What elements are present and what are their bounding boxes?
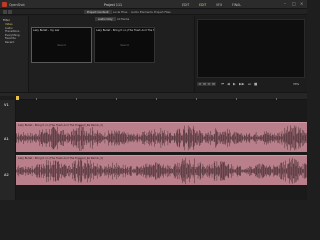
maximize-icon[interactable]: □	[292, 2, 296, 6]
audio-waveform	[16, 125, 307, 151]
clip-thumbnail[interactable]: Lazy Bullet - my war Sound	[31, 27, 92, 63]
clip-name: Lazy Bullet - Bring It on (The Trash And…	[96, 29, 154, 32]
minimize-icon[interactable]: –	[284, 2, 286, 6]
play-icon[interactable]: ▶	[233, 82, 236, 86]
tab-project-content[interactable]: Project Content	[84, 10, 112, 14]
app-name: OpenShot	[9, 2, 25, 7]
import-icon[interactable]	[3, 10, 7, 14]
title-bar: OpenShot Project 111 EDIT EDIT VFX FINAL…	[0, 0, 307, 9]
subtab-audio-only[interactable]: Audio Only	[95, 17, 116, 21]
clip-thumbnail[interactable]: Lazy Bullet - Bring It on (The Trash And…	[94, 27, 155, 63]
app-logo-icon	[2, 2, 7, 7]
stop-icon[interactable]: ■	[254, 82, 257, 86]
timecode-display[interactable]: 00:00:00:00	[197, 82, 216, 86]
clip-sound-label: Sound	[57, 44, 66, 47]
clip-browser: Audio Only All Media Lazy Bullet - my wa…	[29, 16, 193, 92]
clip-name: Lazy Bullet - my war	[33, 29, 60, 32]
go-to-end-icon[interactable]: ⏭	[248, 82, 251, 86]
workspace-tab-edit-1[interactable]: EDIT	[182, 3, 189, 7]
audio-waveform	[16, 157, 307, 185]
timeline-tracks: Lazy Bullet - Bring It on (The Trash And…	[16, 100, 307, 200]
workspace-tab-vfx[interactable]: VFX	[216, 3, 222, 7]
audio-clip[interactable]: Lazy Bullet - Bring It on (The Trash And…	[16, 155, 307, 185]
filter-panel: Filter Video Audio Transitions Everythin…	[0, 16, 29, 92]
track-label-a2: A2	[4, 173, 9, 177]
waveform-path	[16, 125, 307, 151]
filter-item-recent[interactable]: Recent	[5, 40, 14, 44]
folder-icon[interactable]	[8, 10, 12, 14]
workspace-tab-final[interactable]: FINAL	[232, 3, 241, 7]
fast-forward-icon[interactable]: ▶▶	[239, 82, 244, 86]
waveform-path	[16, 157, 307, 185]
track-label-a1: A1	[4, 137, 9, 141]
tab-project-files[interactable]: Project Files	[151, 10, 174, 14]
zoom-level[interactable]: 33%	[293, 82, 299, 86]
audio-clip[interactable]: Lazy Bullet - Bring It on (The Trash And…	[16, 122, 307, 152]
step-back-icon[interactable]: ◀	[227, 82, 230, 86]
preview-screen[interactable]	[197, 19, 305, 78]
workspace-tab-edit[interactable]: EDIT	[199, 3, 206, 7]
media-tabs-bar: Project Content Local Files Audio Elemen…	[0, 9, 307, 15]
audio-clip-label: Lazy Bullet - Bring It on (The Trash And…	[18, 157, 103, 160]
track-headers: V1 A1 A2	[0, 100, 16, 200]
go-to-start-icon[interactable]: ⏮	[221, 82, 224, 86]
subtab-all-media[interactable]: All Media	[114, 17, 132, 21]
preview-viewer: 00:00:00:00 ⏮ ◀ ▶ ▶▶ ⏭ ■ 33%	[194, 16, 307, 92]
project-title: Project 111	[104, 2, 123, 7]
audio-clip-label: Lazy Bullet - Bring It on (The Trash And…	[18, 124, 103, 127]
close-icon[interactable]: ×	[300, 2, 303, 6]
clip-sound-label: Sound	[120, 44, 129, 47]
track-label-v1: V1	[4, 103, 9, 107]
